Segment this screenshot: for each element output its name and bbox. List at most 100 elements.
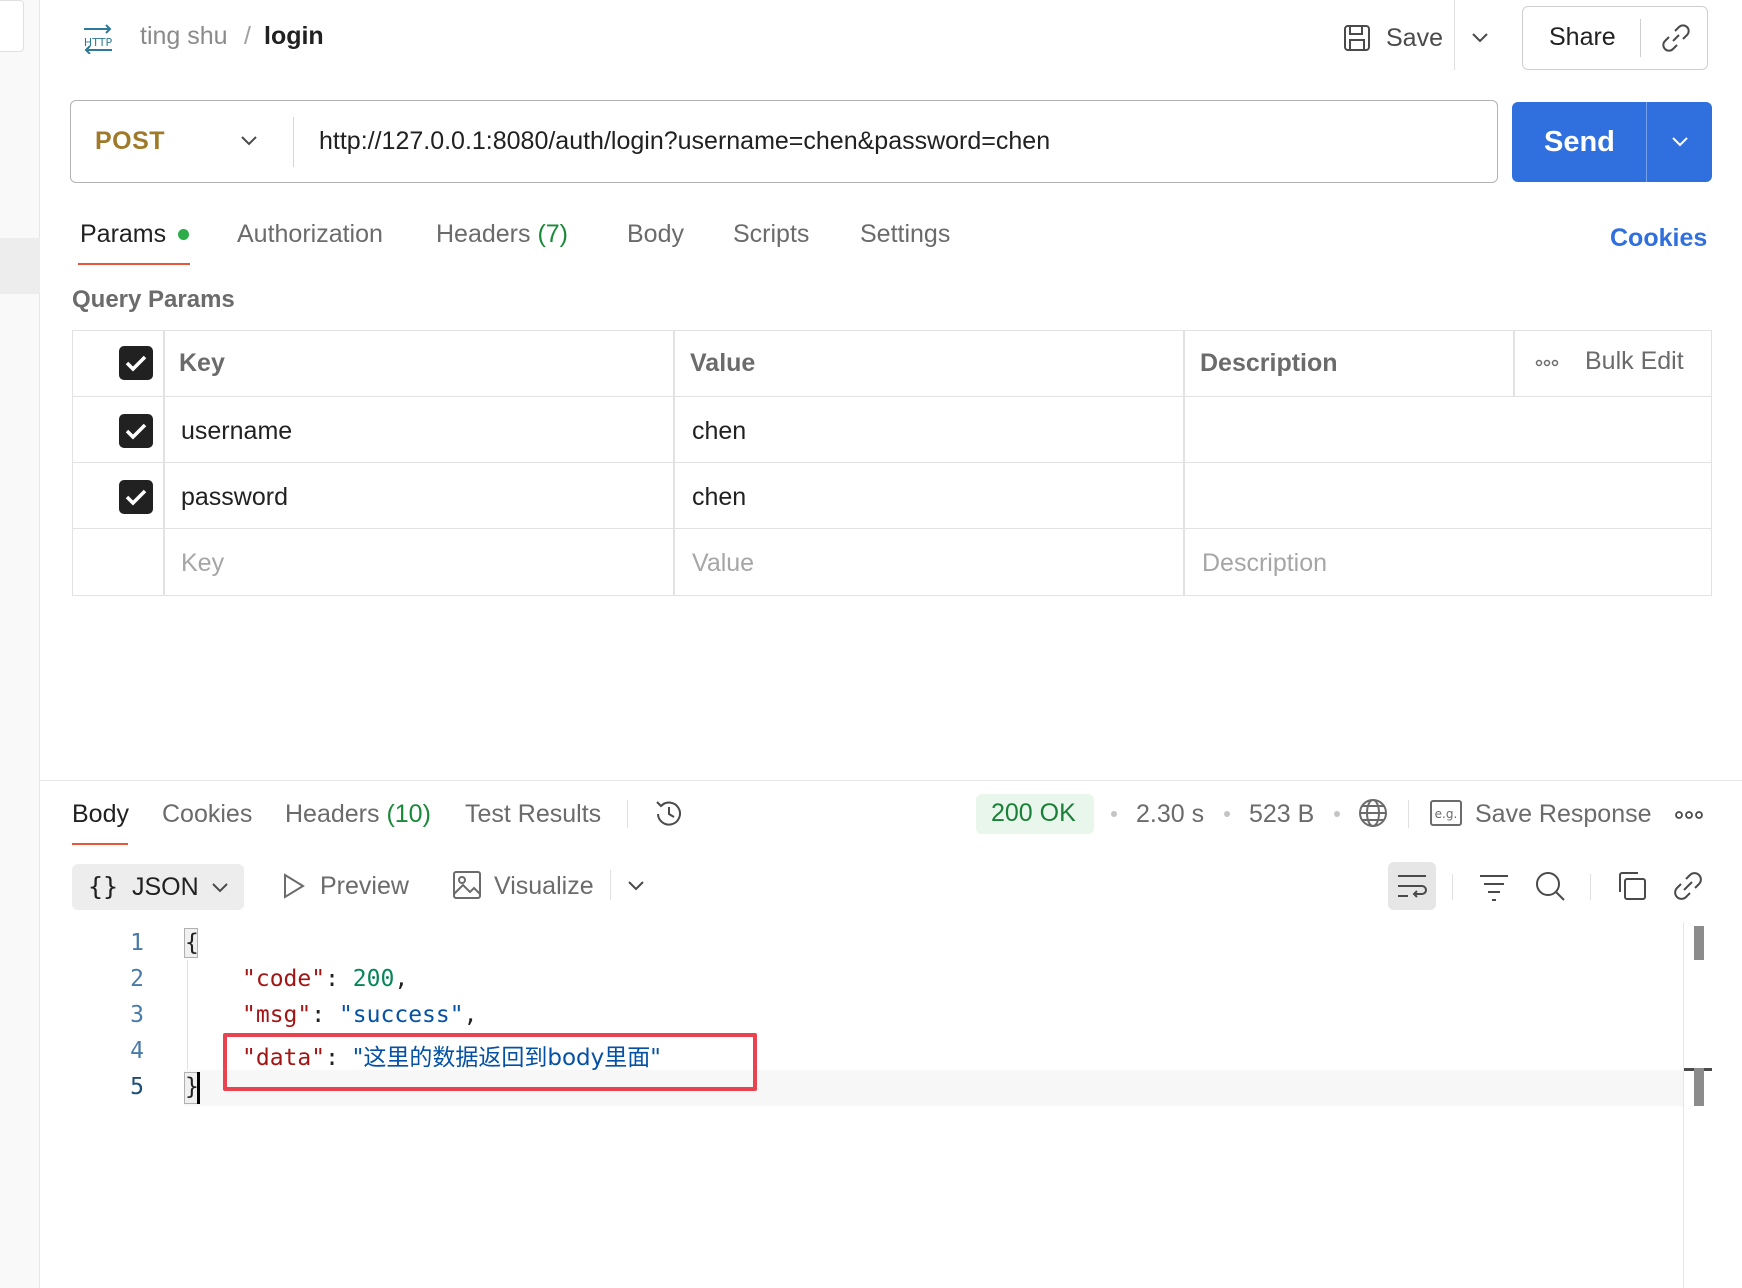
new-value-input[interactable]: Value: [692, 549, 754, 578]
divider: [1646, 102, 1647, 182]
text-cursor: [197, 1072, 200, 1104]
json-key: "code": [242, 966, 326, 992]
new-description-input[interactable]: Description: [1202, 549, 1327, 578]
param-value[interactable]: chen: [692, 417, 746, 446]
divider: [1454, 0, 1455, 70]
params-table: Key Value Description Bulk Edit username…: [72, 330, 1712, 596]
divider: [1590, 874, 1591, 900]
scrollbar-thumb[interactable]: [1694, 926, 1704, 960]
copy-link-icon[interactable]: [1661, 23, 1691, 53]
table-row: password chen: [73, 463, 1711, 529]
more-options-icon[interactable]: [1674, 809, 1704, 821]
annotation-highlight-box: [223, 1033, 757, 1091]
preview-button[interactable]: Preview: [320, 872, 409, 901]
active-tab-underline: [72, 843, 128, 845]
param-key[interactable]: username: [181, 417, 292, 446]
tab-settings[interactable]: Settings: [860, 220, 950, 249]
left-sidebar-edge: [0, 0, 40, 1288]
breadcrumb-collection[interactable]: ting shu: [140, 22, 228, 51]
separator-dot: [1111, 811, 1117, 817]
globe-icon[interactable]: [1357, 797, 1389, 829]
param-key[interactable]: password: [181, 483, 288, 512]
response-size[interactable]: 523 B: [1249, 800, 1314, 829]
save-response-button[interactable]: Save Response: [1475, 800, 1652, 829]
indent-guide: [187, 960, 188, 1070]
tab-headers[interactable]: Headers (7): [436, 220, 568, 249]
json-line-code: "code": 200,: [242, 966, 409, 992]
cookies-link[interactable]: Cookies: [1610, 224, 1707, 253]
copy-icon[interactable]: [1616, 870, 1648, 902]
page-title[interactable]: login: [264, 22, 324, 51]
sidebar-active-marker: [0, 238, 40, 294]
query-params-title: Query Params: [72, 286, 235, 313]
url-bar: POST http://127.0.0.1:8080/auth/login?us…: [70, 100, 1498, 183]
send-options-chevron-icon[interactable]: [1670, 132, 1690, 152]
column-header-key: Key: [179, 349, 225, 377]
table-row-empty: Key Value Description: [73, 529, 1711, 595]
row-checkbox[interactable]: [119, 414, 153, 448]
tab-authorization[interactable]: Authorization: [237, 220, 383, 249]
params-active-dot: [178, 229, 189, 240]
scrollbar-track: [1683, 922, 1684, 1288]
response-tab-headers[interactable]: Headers (10): [285, 800, 431, 829]
row-checkbox[interactable]: [119, 480, 153, 514]
scrollbar-thumb-lower[interactable]: [1694, 1068, 1704, 1106]
column-header-value: Value: [690, 349, 756, 377]
sidebar-collapse-handle[interactable]: [0, 0, 24, 52]
headers-count: (7): [537, 220, 569, 248]
divider: [1452, 874, 1453, 900]
http-icon: HTTP: [80, 24, 116, 54]
method-select[interactable]: POST: [95, 127, 165, 156]
send-label: Send: [1544, 126, 1615, 158]
tab-scripts[interactable]: Scripts: [733, 220, 809, 249]
line-number: 3: [130, 1002, 144, 1028]
link-icon[interactable]: [1672, 870, 1704, 902]
example-icon: e.g.: [1430, 800, 1462, 826]
response-tab-body[interactable]: Body: [72, 800, 129, 829]
divider: [1640, 19, 1641, 57]
response-time[interactable]: 2.30 s: [1136, 800, 1204, 829]
bulk-edit-button[interactable]: Bulk Edit: [1585, 347, 1684, 376]
separator-dot: [1224, 811, 1230, 817]
more-options-icon[interactable]: [1535, 358, 1559, 368]
search-icon[interactable]: [1534, 870, 1566, 902]
separator-dot: [1334, 811, 1340, 817]
breadcrumb-separator: /: [244, 22, 251, 50]
line-number: 2: [130, 966, 144, 992]
response-tab-cookies[interactable]: Cookies: [162, 800, 252, 829]
filter-icon[interactable]: [1478, 872, 1510, 902]
image-icon: [452, 870, 482, 900]
history-icon[interactable]: [652, 797, 686, 831]
select-all-checkbox[interactable]: [119, 346, 153, 380]
visualize-button[interactable]: Visualize: [494, 872, 594, 901]
format-label: JSON: [132, 873, 199, 901]
wrap-lines-icon: [1398, 875, 1427, 898]
json-value: 200: [352, 966, 395, 992]
url-input[interactable]: http://127.0.0.1:8080/auth/login?usernam…: [319, 127, 1050, 156]
json-value: "success": [338, 1002, 464, 1028]
tab-body[interactable]: Body: [627, 220, 684, 249]
method-chevron-icon[interactable]: [239, 131, 259, 151]
status-badge[interactable]: 200 OK: [976, 794, 1094, 834]
active-tab-underline: [78, 263, 190, 265]
new-key-input[interactable]: Key: [181, 549, 224, 578]
wrap-lines-button[interactable]: [1388, 862, 1436, 910]
line-number: 4: [130, 1038, 144, 1064]
tab-params[interactable]: Params: [80, 220, 166, 249]
param-value[interactable]: chen: [692, 483, 746, 512]
table-row: username chen: [73, 397, 1711, 463]
divider: [627, 800, 628, 828]
save-options-chevron-icon[interactable]: [1470, 28, 1490, 48]
send-button[interactable]: Send: [1512, 102, 1712, 182]
response-separator[interactable]: [40, 780, 1742, 781]
save-label: Save: [1386, 23, 1443, 52]
response-tab-test-results[interactable]: Test Results: [465, 800, 601, 829]
save-button[interactable]: Save: [1342, 22, 1443, 54]
line-number: 1: [130, 930, 144, 956]
format-select[interactable]: {} JSON: [72, 864, 244, 910]
share-group: Share: [1522, 6, 1708, 70]
visualize-options-chevron-icon[interactable]: [626, 876, 646, 896]
share-button[interactable]: Share: [1549, 23, 1616, 52]
braces-icon: {}: [88, 872, 119, 901]
play-icon: [282, 872, 306, 900]
